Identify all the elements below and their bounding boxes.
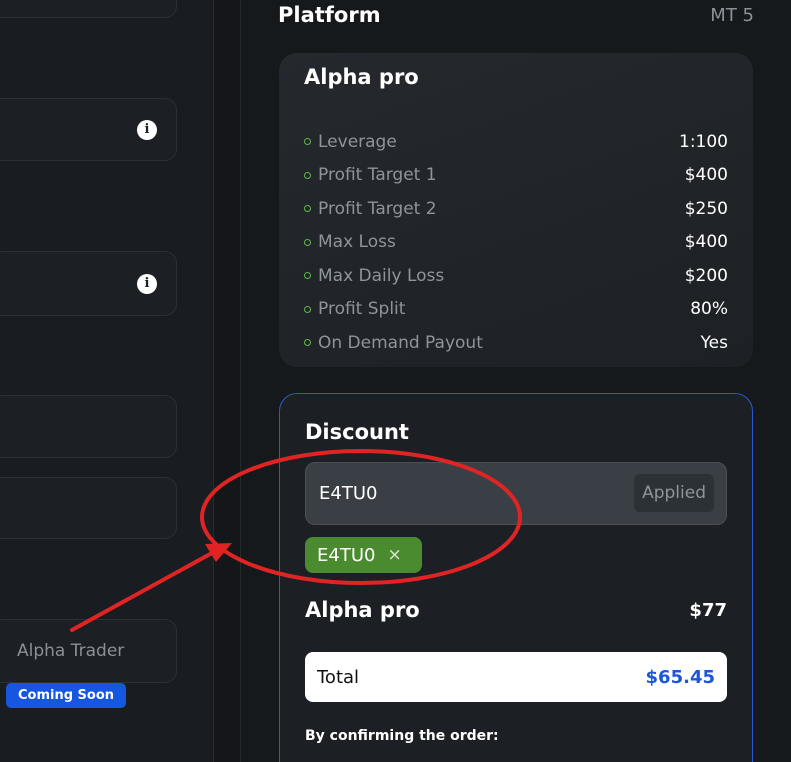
info-icon[interactable]: i [137, 273, 157, 294]
info-icon[interactable]: i [137, 119, 157, 140]
bullet-icon [304, 238, 311, 246]
chip-code-label: E4TU0 [317, 544, 376, 566]
spec-row: Leverage 1:100 [304, 125, 728, 159]
spec-label: Profit Target 2 [318, 198, 437, 219]
spec-label: Leverage [318, 131, 397, 152]
bullet-icon [304, 339, 311, 347]
plan-price-row: Alpha pro $77 [305, 598, 727, 622]
page: i i Alpha Trader Coming Soon Platform MT… [0, 0, 791, 762]
spec-value: Yes [700, 332, 728, 353]
left-card-option-2[interactable]: i [0, 251, 177, 316]
spec-value: $250 [684, 198, 728, 219]
spec-row: On Demand Payout Yes [304, 326, 728, 360]
plan-details-card: Alpha pro Leverage 1:100 Profit Target 1… [279, 53, 753, 367]
discount-card: Discount Applied E4TU0 × Alpha pro $77 T… [279, 393, 753, 762]
platform-label: Platform [278, 3, 381, 27]
close-icon[interactable]: × [387, 545, 401, 565]
bullet-icon [304, 305, 311, 313]
left-card-top[interactable] [0, 0, 177, 18]
spec-label: Max Loss [318, 232, 396, 253]
bullet-icon [304, 171, 311, 179]
spec-row: Profit Target 1 $400 [304, 159, 728, 193]
left-card-option-3[interactable] [0, 395, 177, 458]
spec-label: Max Daily Loss [318, 265, 445, 286]
platform-value: MT 5 [710, 4, 754, 26]
discount-code-input[interactable] [319, 463, 619, 524]
bullet-icon [304, 272, 311, 280]
total-value: $65.45 [645, 666, 715, 688]
spec-row: Max Daily Loss $200 [304, 259, 728, 293]
summary-plan-name: Alpha pro [305, 598, 420, 622]
left-panel: i i Alpha Trader Coming Soon [0, 0, 214, 762]
applied-code-chip: E4TU0 × [305, 537, 422, 573]
bullet-icon [304, 205, 311, 213]
plan-spec-list: Leverage 1:100 Profit Target 1 $400 Prof… [304, 125, 728, 360]
left-card-option-4[interactable] [0, 477, 177, 539]
spec-label: On Demand Payout [318, 332, 483, 353]
spec-value: 80% [690, 299, 728, 320]
bullet-icon [304, 138, 311, 146]
applied-button[interactable]: Applied [634, 474, 714, 512]
coming-soon-badge: Coming Soon [6, 683, 126, 708]
spec-value: $400 [684, 165, 728, 186]
total-label: Total [317, 666, 360, 688]
spec-row: Max Loss $400 [304, 226, 728, 260]
plan-title: Alpha pro [304, 65, 419, 89]
panel-divider [215, 0, 241, 762]
left-card-option-1[interactable]: i [0, 98, 177, 161]
order-summary-panel: Platform MT 5 Alpha pro Leverage 1:100 P… [242, 0, 791, 762]
spec-label: Profit Target 1 [318, 165, 437, 186]
total-box: Total $65.45 [305, 652, 727, 702]
platform-row: Platform MT 5 [278, 0, 754, 30]
spec-row: Profit Target 2 $250 [304, 192, 728, 226]
discount-code-field: Applied [305, 462, 727, 525]
spec-value: $200 [684, 265, 728, 286]
alpha-trader-option[interactable]: Alpha Trader [0, 619, 177, 683]
discount-title: Discount [305, 420, 409, 444]
spec-row: Profit Split 80% [304, 293, 728, 327]
spec-value: 1:100 [679, 131, 728, 152]
summary-plan-price: $77 [689, 599, 727, 621]
spec-label: Profit Split [318, 299, 406, 320]
confirm-order-text: By confirming the order: [305, 728, 499, 744]
spec-value: $400 [684, 232, 728, 253]
alpha-trader-label: Alpha Trader [17, 641, 125, 661]
